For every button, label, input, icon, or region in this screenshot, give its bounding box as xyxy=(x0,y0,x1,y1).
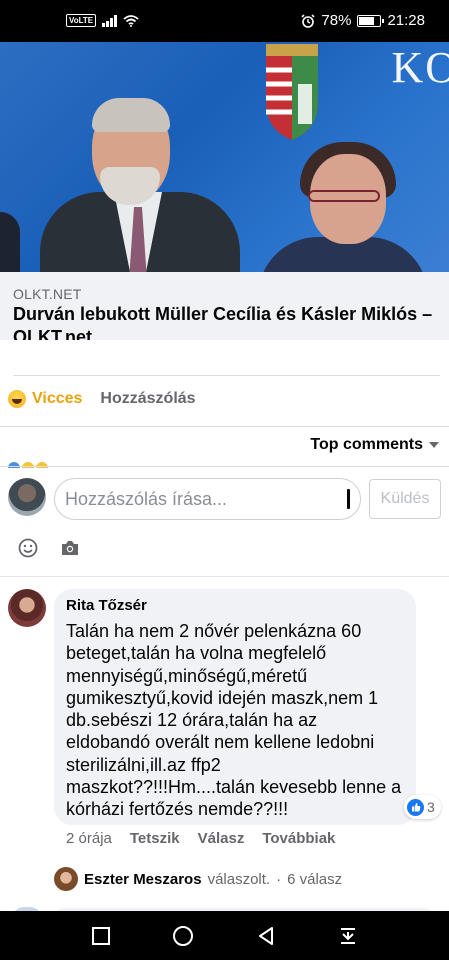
battery-percent: 78% xyxy=(321,12,352,29)
divider xyxy=(0,576,449,577)
link-title: Durván lebukott Müller Cecília és Kásler… xyxy=(13,304,433,340)
like-icon xyxy=(407,798,424,816)
article-image[interactable]: KO xyxy=(0,42,449,272)
text-cursor xyxy=(347,489,350,509)
battery-icon xyxy=(357,14,385,27)
link-preview[interactable]: OLKT.NET Durván lebukott Müller Cecília … xyxy=(0,272,449,340)
divider xyxy=(13,375,440,376)
comment-button[interactable]: Hozzászólás xyxy=(100,390,195,408)
volte-badge: VoLTE xyxy=(66,14,97,27)
camera-icon[interactable] xyxy=(60,539,80,557)
current-user-avatar[interactable] xyxy=(8,478,46,516)
status-bar: VoLTE 78% 21:28 xyxy=(0,0,449,42)
reply-author: Eszter Meszaros xyxy=(84,870,202,888)
view-replies[interactable]: Eszter Meszaros válaszolt. · 6 válasz xyxy=(54,867,342,891)
send-button[interactable]: Küldés xyxy=(369,479,441,519)
reply-separator: · xyxy=(276,870,282,888)
person-left-edge xyxy=(0,212,20,272)
status-right: 78% 21:28 xyxy=(301,12,425,29)
reaction-count: 3 xyxy=(427,799,435,815)
circle-icon xyxy=(173,925,194,946)
sort-comments-dropdown[interactable]: Top comments xyxy=(310,436,439,454)
alarm-icon xyxy=(301,13,315,28)
comment-input[interactable]: Hozzászólás írása... xyxy=(54,478,361,520)
wifi-icon xyxy=(123,14,139,27)
reply-author-avatar xyxy=(54,867,78,891)
more-button[interactable]: Továbbiak xyxy=(262,830,335,847)
clock: 21:28 xyxy=(387,12,425,29)
status-left: VoLTE xyxy=(66,14,139,27)
like-button[interactable]: Tetszik xyxy=(130,830,180,847)
pull-down-icon xyxy=(340,927,355,944)
person-man-hair xyxy=(92,98,170,132)
back-button[interactable] xyxy=(246,916,286,956)
person-woman-glasses xyxy=(308,190,380,202)
reaction-button[interactable]: Vicces xyxy=(8,390,82,408)
emoji-icon[interactable] xyxy=(18,538,38,558)
home-button[interactable] xyxy=(163,916,203,956)
sort-label: Top comments xyxy=(310,436,423,453)
reply-button[interactable]: Válasz xyxy=(198,830,245,847)
composer-tools xyxy=(18,538,80,558)
comment-reactions[interactable]: 3 xyxy=(404,795,441,819)
reply-action: válaszolt. xyxy=(207,870,271,888)
haha-icon xyxy=(8,390,26,408)
system-nav-bar xyxy=(0,911,449,960)
comment-meta: 2 órája Tetszik Válasz Továbbiak xyxy=(66,830,335,847)
signal-icon xyxy=(102,14,118,27)
back-triangle-icon xyxy=(258,926,273,945)
reaction-peek xyxy=(8,462,48,468)
comment-author[interactable]: Rita Tőzsér xyxy=(66,597,404,614)
divider xyxy=(0,426,449,427)
recents-button[interactable] xyxy=(81,916,121,956)
caret-down-icon xyxy=(429,442,439,448)
background-lettering: KO xyxy=(391,43,449,92)
commenter-avatar[interactable] xyxy=(8,589,46,627)
reply-count: 6 válasz xyxy=(287,870,343,888)
reaction-label: Vicces xyxy=(32,390,83,407)
square-icon xyxy=(92,926,111,945)
link-domain: OLKT.NET xyxy=(13,286,82,302)
divider xyxy=(0,466,449,467)
comment-text: Talán ha nem 2 nővér pelenkázna 60 beteg… xyxy=(66,621,402,820)
comment-input-placeholder: Hozzászólás írása... xyxy=(65,488,228,509)
notification-pull-button[interactable] xyxy=(328,916,368,956)
comment-time: 2 órája xyxy=(66,830,112,847)
coat-of-arms-icon xyxy=(266,44,318,140)
comment-bubble: Rita Tőzsér Talán ha nem 2 nővér pelenká… xyxy=(54,589,416,825)
post-actions: Vicces Hozzászólás xyxy=(8,390,196,408)
